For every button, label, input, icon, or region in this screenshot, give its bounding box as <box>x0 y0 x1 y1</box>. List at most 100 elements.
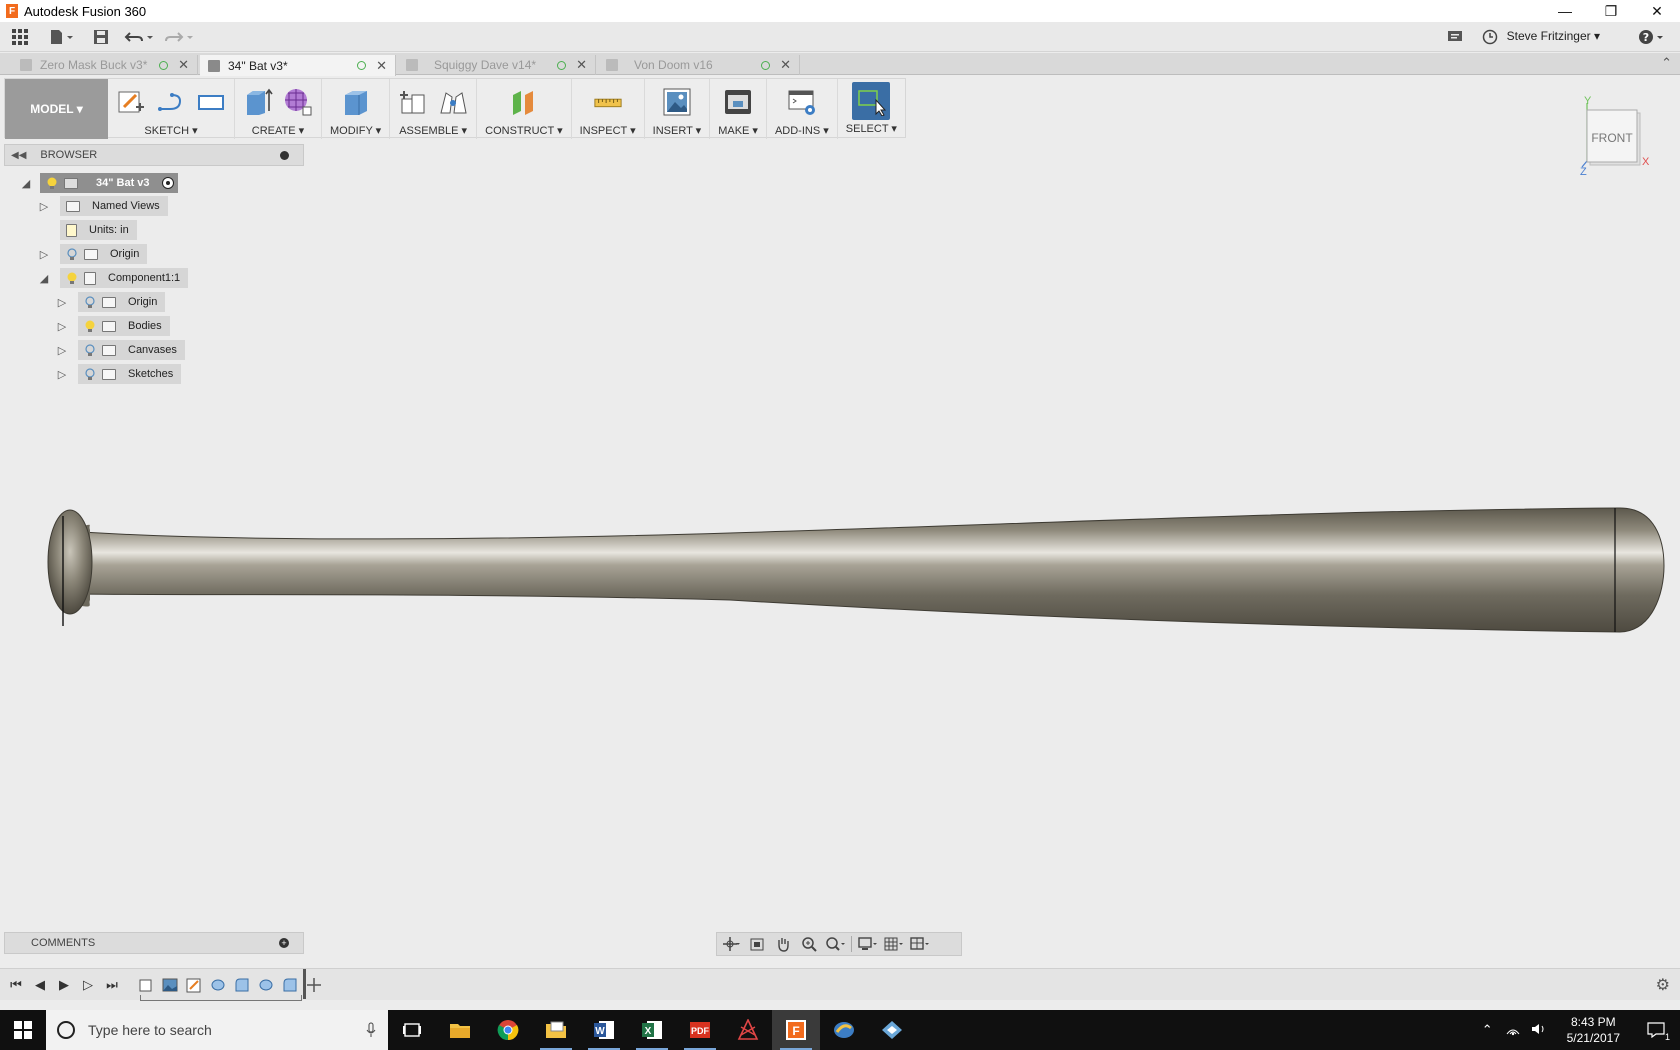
file-menu-icon[interactable] <box>40 22 84 52</box>
create-menu[interactable]: CREATE ▾ <box>252 124 304 137</box>
visibility-bulb-icon[interactable] <box>66 271 78 285</box>
browser-root-node[interactable]: 34" Bat v3 <box>40 173 178 193</box>
volume-icon[interactable] <box>1531 1022 1547 1039</box>
restore-button[interactable]: ❐ <box>1588 0 1634 22</box>
expanded-triangle-icon[interactable]: ◢ <box>20 177 32 190</box>
extrude-icon[interactable] <box>243 87 273 117</box>
pan-hand-icon[interactable] <box>773 935 793 953</box>
inspect-menu[interactable]: INSPECT ▾ <box>580 124 636 137</box>
browser-row-sketches[interactable]: ▷ Sketches <box>56 364 182 384</box>
browser-node[interactable]: Sketches <box>78 364 182 384</box>
timeline-revolve-icon[interactable] <box>208 975 228 995</box>
browser-row-origin[interactable]: ▷ Origin <box>38 244 148 264</box>
line-tool-icon[interactable] <box>156 87 186 117</box>
browser-row-named-views[interactable]: ▷ Named Views <box>38 196 168 216</box>
collapsed-triangle-icon[interactable]: ▷ <box>56 368 68 381</box>
browser-row-component-origin[interactable]: ▷ Origin <box>56 292 166 312</box>
visibility-bulb-icon[interactable] <box>84 343 96 357</box>
close-tab-icon[interactable]: ✕ <box>576 57 587 73</box>
visibility-bulb-icon[interactable] <box>84 367 96 381</box>
visibility-bulb-icon[interactable] <box>46 176 58 190</box>
step-forward-icon[interactable]: ▷ <box>76 973 100 997</box>
insert-menu[interactable]: INSERT ▾ <box>653 124 702 137</box>
viewcube-face-label[interactable]: FRONT <box>1591 131 1633 145</box>
network-icon[interactable] <box>1505 1022 1521 1039</box>
insert-image-icon[interactable] <box>662 87 692 117</box>
bat-model[interactable] <box>30 500 1670 640</box>
add-comment-icon[interactable]: + <box>279 938 289 948</box>
activate-radio-icon[interactable] <box>161 177 174 189</box>
browser-node[interactable]: Canvases <box>78 340 185 360</box>
joint-icon[interactable] <box>438 87 468 117</box>
mail-folder-icon[interactable] <box>532 1010 580 1050</box>
display-settings-icon[interactable] <box>858 935 878 953</box>
acrobat-icon[interactable]: PDF <box>676 1010 724 1050</box>
new-component-icon[interactable] <box>398 87 428 117</box>
minimize-button[interactable]: — <box>1542 0 1588 22</box>
browser-node[interactable]: Component1:1 <box>60 268 189 288</box>
close-tab-icon[interactable]: ✕ <box>376 58 387 74</box>
save-icon[interactable] <box>84 22 118 52</box>
help-icon[interactable]: ? <box>1632 22 1672 52</box>
select-icon[interactable] <box>852 82 891 120</box>
user-account-menu[interactable]: Steve Fritzinger ▾ <box>1507 29 1600 43</box>
windows-start-icon[interactable] <box>0 1010 46 1050</box>
visibility-bulb-icon[interactable] <box>84 319 96 333</box>
undo-icon[interactable] <box>118 22 160 52</box>
construct-menu[interactable]: CONSTRUCT ▾ <box>485 124 562 137</box>
close-tab-icon[interactable]: ✕ <box>178 57 189 73</box>
sketch-menu[interactable]: SKETCH ▾ <box>144 124 197 137</box>
timeline-fillet-icon[interactable] <box>280 975 300 995</box>
collapsed-triangle-icon[interactable]: ▷ <box>38 200 50 213</box>
form-icon[interactable] <box>283 87 313 117</box>
visibility-bulb-icon[interactable] <box>84 295 96 309</box>
workspace-switcher[interactable]: MODEL ▾ <box>5 79 108 139</box>
collapsed-triangle-icon[interactable]: ▷ <box>56 344 68 357</box>
zoom-icon[interactable] <box>799 935 819 953</box>
grid-settings-icon[interactable] <box>884 935 904 953</box>
viewcube[interactable]: FRONT Y X Z <box>1580 95 1670 175</box>
expanded-triangle-icon[interactable]: ◢ <box>38 272 50 285</box>
timeline-settings-gear-icon[interactable]: ⚙ <box>1656 975 1670 995</box>
doc-tab-34-bat[interactable]: 34" Bat v3* ✕ <box>200 55 396 76</box>
chrome-icon[interactable] <box>484 1010 532 1050</box>
job-status-icon[interactable] <box>1440 22 1470 52</box>
close-tab-icon[interactable]: ✕ <box>780 57 791 73</box>
select-menu[interactable]: SELECT ▾ <box>846 122 897 135</box>
make-menu[interactable]: MAKE ▾ <box>718 124 758 137</box>
browser-node[interactable]: Named Views <box>60 196 168 216</box>
collapse-tabs-chevron-icon[interactable]: ⌃ <box>1661 55 1672 71</box>
collapsed-triangle-icon[interactable]: ▷ <box>56 296 68 309</box>
play-icon[interactable]: ▶ <box>52 973 76 997</box>
timeline-sketch-icon[interactable] <box>184 975 204 995</box>
assemble-menu[interactable]: ASSEMBLE ▾ <box>399 124 467 137</box>
doc-tab-squiggy-dave[interactable]: Squiggy Dave v14* ✕ <box>398 55 596 75</box>
browser-row-canvases[interactable]: ▷ Canvases <box>56 340 185 360</box>
offset-plane-icon[interactable] <box>509 87 539 117</box>
add-ins-menu[interactable]: ADD-INS ▾ <box>775 124 829 137</box>
taskbar-search-box[interactable]: Type here to search <box>46 1010 388 1050</box>
data-panel-grid-icon[interactable] <box>0 22 40 52</box>
doc-tab-von-doom[interactable]: Von Doom v16 ✕ <box>598 55 800 75</box>
timeline-move-icon[interactable] <box>304 975 324 995</box>
create-sketch-icon[interactable] <box>116 87 146 117</box>
viewports-icon[interactable] <box>910 935 930 953</box>
microphone-icon[interactable] <box>366 1022 376 1038</box>
step-back-icon[interactable]: ◀ <box>28 973 52 997</box>
browser-root-row[interactable]: ◢ 34" Bat v3 <box>20 173 178 193</box>
scripts-addins-icon[interactable] <box>787 87 817 117</box>
browser-node[interactable]: Origin <box>78 292 166 312</box>
task-view-icon[interactable] <box>388 1010 436 1050</box>
3d-print-icon[interactable] <box>723 87 753 117</box>
history-clock-icon[interactable] <box>1470 22 1510 52</box>
browser-row-component[interactable]: ◢ Component1:1 <box>38 268 189 288</box>
fusion-360-taskbar-icon[interactable]: F <box>772 1010 820 1050</box>
browser-node[interactable]: Units: in <box>60 220 137 240</box>
modify-menu[interactable]: MODIFY ▾ <box>330 124 381 137</box>
autodesk-app-icon[interactable] <box>724 1010 772 1050</box>
timeline-canvas-icon[interactable] <box>160 975 180 995</box>
browser-row-units[interactable]: Units: in <box>60 220 137 240</box>
redo-icon[interactable] <box>160 22 198 52</box>
doc-tab-zero-mask-buck[interactable]: Zero Mask Buck v3* ✕ <box>12 55 198 75</box>
measure-icon[interactable] <box>593 87 623 117</box>
